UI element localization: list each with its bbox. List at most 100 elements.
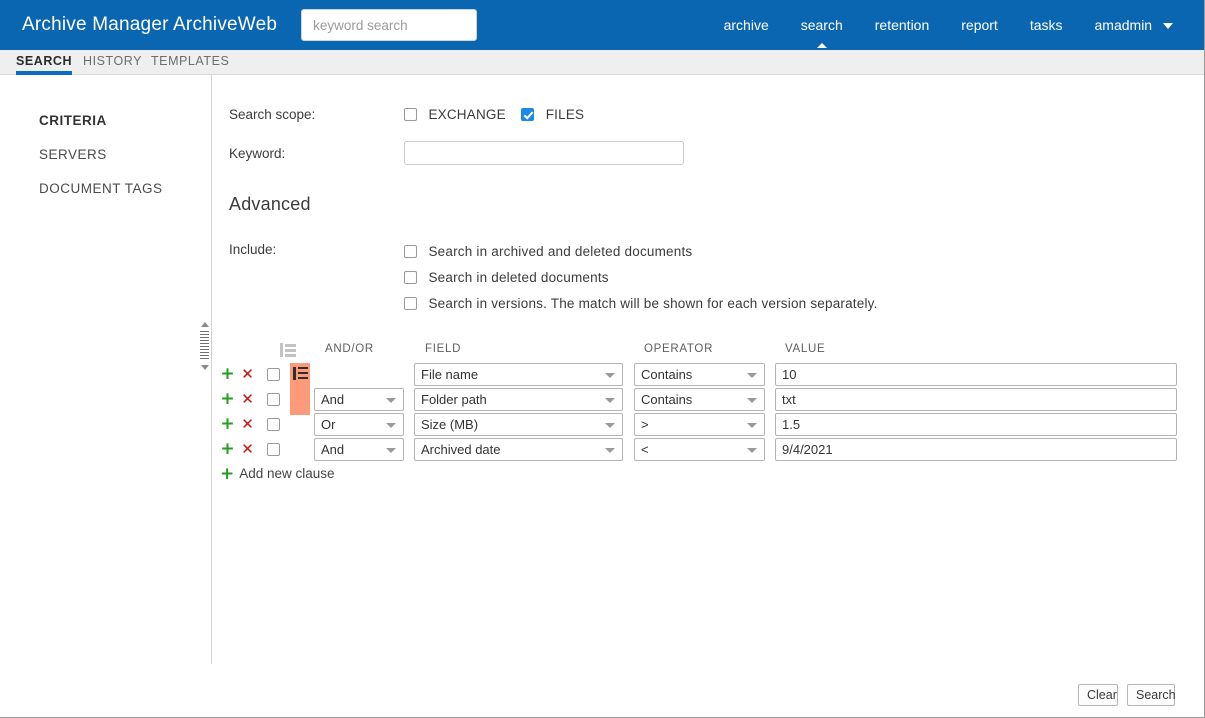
include-option-deleted: Search in deleted documents [404,269,609,287]
scope-exchange-checkbox[interactable] [404,108,417,121]
app-brand-title: Archive Manager ArchiveWeb [22,14,278,35]
tab-search[interactable]: SEARCH [16,50,73,75]
clause-value-input[interactable]: 1.5 [775,413,1177,436]
sidebar-item-document-tags[interactable]: DOCUMENT TAGS [0,176,211,201]
clause-row-select-checkbox[interactable] [267,368,280,381]
clause-field-value: File name [421,367,479,382]
clause-field-value: Archived date [421,442,501,457]
nav-item-archive-label: archive [723,17,769,33]
pane-splitter-handle[interactable] [199,322,210,370]
chevron-down-icon [605,373,615,378]
add-clause-row-icon[interactable]: + [220,413,235,435]
tab-history-label: HISTORY [83,54,142,68]
nav-item-tasks-label: tasks [1029,17,1063,33]
include-label: Include: [229,242,277,257]
clause-andor-value: And [321,392,345,407]
sidebar-item-criteria[interactable]: CRITERIA [0,108,211,133]
clause-operator-select[interactable]: < [634,438,765,461]
clause-field-select[interactable]: Archived date [414,438,623,461]
clause-value-text: 9/4/2021 [782,442,833,457]
nav-item-retention[interactable]: retention [859,0,945,50]
nav-item-search[interactable]: search [785,0,859,50]
remove-clause-row-icon[interactable]: ✕ [240,388,255,410]
nav-item-report-label: report [961,17,998,33]
clause-value-text: 10 [782,367,797,382]
section-tab-bar: SEARCH HISTORY TEMPLATES [0,50,1204,75]
add-clause-row-icon[interactable]: + [220,363,235,385]
include-label-wrap: Include: [229,241,276,259]
header-keyword-search-input[interactable] [301,9,478,41]
include-versions-label[interactable]: Search in versions. The match will be sh… [428,296,877,311]
nav-item-archive[interactable]: archive [708,0,785,50]
nav-item-user-label: amadmin [1094,17,1153,33]
keyword-input[interactable] [404,141,684,165]
clause-row-select-checkbox[interactable] [267,393,280,406]
search-scope-label: Search scope: [229,107,316,122]
tab-history[interactable]: HISTORY [83,50,142,74]
nav-active-caret-up-icon [816,43,827,48]
add-new-clause-button[interactable]: + Add new clause [220,464,335,484]
clause-operator-value: < [641,442,649,457]
chevron-down-icon [1163,23,1173,30]
clause-andor-select[interactable]: And [314,388,404,411]
clause-value-input[interactable]: 10 [775,363,1177,386]
scope-files-label[interactable]: FILES [546,107,585,122]
add-clause-row-icon[interactable]: + [220,388,235,410]
chevron-down-icon [605,423,615,428]
include-option-versions: Search in versions. The match will be sh… [404,295,878,313]
clause-operator-select[interactable]: > [634,413,765,436]
clear-button[interactable]: Clear [1078,684,1118,706]
remove-clause-row-icon[interactable]: ✕ [240,438,255,460]
clause-andor-value: And [321,442,345,457]
nav-item-user-menu[interactable]: amadmin [1079,0,1189,50]
include-deleted-label[interactable]: Search in deleted documents [428,270,608,285]
column-header-field: FIELD [425,343,462,355]
clause-andor-value: Or [321,417,336,432]
footer-action-bar: Clear Search [0,664,1204,717]
clause-operator-value: Contains [641,367,693,382]
clause-row-select-checkbox[interactable] [267,443,280,456]
nav-item-tasks[interactable]: tasks [1014,0,1079,50]
include-deleted-checkbox[interactable] [404,271,417,284]
clause-field-select[interactable]: Folder path [414,388,623,411]
sidebar-item-document-tags-label: DOCUMENT TAGS [39,181,163,196]
sidebar-item-servers[interactable]: SERVERS [0,142,211,167]
column-header-operator: OPERATOR [644,343,714,355]
scope-files-checkbox[interactable] [521,108,535,121]
top-header-bar: Archive Manager ArchiveWeb archive searc… [0,0,1204,50]
left-sidebar: CRITERIA SERVERS DOCUMENT TAGS [0,75,212,664]
add-new-clause-label: Add new clause [239,466,335,481]
clause-value-input[interactable]: txt [775,388,1177,411]
keyword-label: Keyword: [229,146,286,161]
chevron-down-icon [747,373,757,378]
clause-operator-select[interactable]: Contains [634,363,765,386]
clause-group-icon[interactable] [293,367,308,380]
sidebar-item-criteria-label: CRITERIA [39,113,107,128]
include-archived-deleted-label[interactable]: Search in archived and deleted documents [428,244,692,259]
splitter-expand-down-icon [201,365,209,370]
clause-operator-select[interactable]: Contains [634,388,765,411]
clause-row-select-checkbox[interactable] [267,418,280,431]
nav-item-report[interactable]: report [945,0,1014,50]
add-clause-row-icon[interactable]: + [220,438,235,460]
tab-templates-label: TEMPLATES [151,54,230,68]
remove-clause-row-icon[interactable]: ✕ [240,363,255,385]
tab-templates[interactable]: TEMPLATES [151,50,229,74]
search-scope-label-wrap: Search scope: [229,106,315,124]
search-button[interactable]: Search [1127,684,1176,706]
group-clause-header-icon [280,343,296,357]
clause-operator-value: Contains [641,392,693,407]
clause-andor-select[interactable]: And [314,438,404,461]
chevron-down-icon [386,398,396,403]
clause-field-select[interactable]: Size (MB) [414,413,623,436]
include-archived-deleted-checkbox[interactable] [404,245,417,258]
keyword-field-wrap [404,141,684,165]
tab-search-label: SEARCH [16,54,73,68]
remove-clause-row-icon[interactable]: ✕ [240,413,255,435]
clause-field-select[interactable]: File name [414,363,623,386]
clause-andor-select[interactable]: Or [314,413,404,436]
clause-value-input[interactable]: 9/4/2021 [775,438,1177,461]
splitter-grip-icon [200,331,209,361]
include-versions-checkbox[interactable] [404,297,417,310]
scope-exchange-label[interactable]: EXCHANGE [428,107,505,122]
